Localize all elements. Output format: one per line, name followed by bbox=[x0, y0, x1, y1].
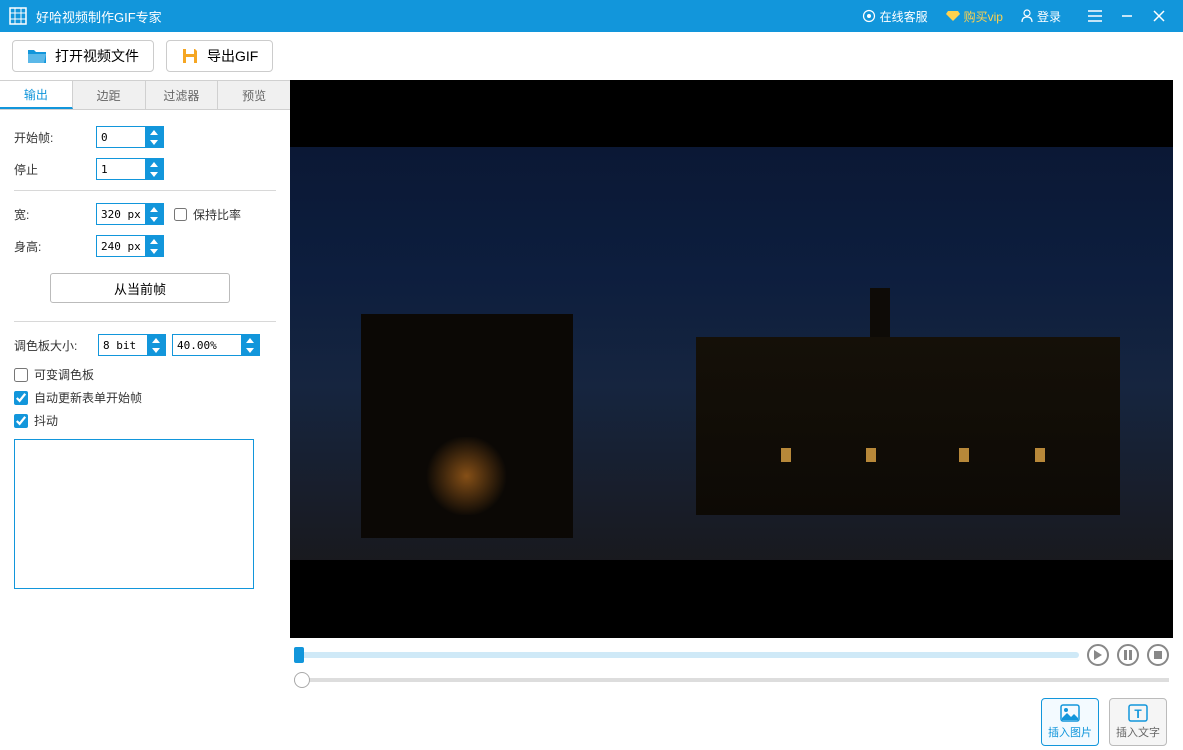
play-icon bbox=[1093, 650, 1103, 660]
image-icon bbox=[1060, 704, 1080, 722]
user-icon bbox=[1021, 9, 1033, 23]
slider-thumb[interactable] bbox=[294, 647, 304, 663]
height-stepper[interactable] bbox=[96, 235, 164, 257]
save-icon bbox=[181, 47, 199, 65]
play-button[interactable] bbox=[1087, 644, 1109, 666]
titlebar: 好哈视频制作GIF专家 在线客服 购买vip 登录 bbox=[0, 0, 1183, 32]
palette-pct-stepper[interactable] bbox=[172, 334, 260, 356]
stop-input[interactable] bbox=[97, 159, 145, 179]
stepper-down[interactable] bbox=[145, 137, 163, 147]
palette-pct-input[interactable] bbox=[173, 335, 241, 355]
content-area: 插入图片 T 插入文字 bbox=[290, 80, 1183, 750]
svg-text:T: T bbox=[1134, 707, 1142, 721]
range-slider[interactable] bbox=[294, 678, 1169, 682]
variable-palette-checkbox[interactable]: 可变调色板 bbox=[14, 366, 276, 383]
range-slider-row bbox=[290, 666, 1173, 694]
text-icon: T bbox=[1128, 704, 1148, 722]
width-label: 宽: bbox=[14, 206, 96, 223]
insert-text-button[interactable]: T 插入文字 bbox=[1109, 698, 1167, 746]
palette-preview-box bbox=[14, 439, 254, 589]
close-button[interactable] bbox=[1143, 0, 1175, 32]
login-link[interactable]: 登录 bbox=[1021, 8, 1061, 25]
tab-preview[interactable]: 预览 bbox=[218, 81, 290, 109]
playback-slider-row bbox=[290, 644, 1173, 666]
bottom-actions: 插入图片 T 插入文字 bbox=[290, 694, 1173, 750]
auto-update-checkbox[interactable]: 自动更新表单开始帧 bbox=[14, 389, 276, 406]
sidebar-tabs: 输出 边距 过滤器 预览 bbox=[0, 80, 290, 110]
minimize-icon bbox=[1121, 10, 1133, 22]
keep-ratio-checkbox[interactable]: 保持比率 bbox=[174, 206, 241, 223]
palette-bits-input[interactable] bbox=[99, 335, 147, 355]
toolbar: 打开视频文件 导出GIF bbox=[0, 32, 1183, 80]
start-frame-input[interactable] bbox=[97, 127, 145, 147]
folder-icon bbox=[27, 48, 47, 64]
app-logo-icon bbox=[8, 6, 28, 26]
buy-vip-link[interactable]: 购买vip bbox=[946, 8, 1003, 25]
close-icon bbox=[1153, 10, 1165, 22]
tab-output[interactable]: 输出 bbox=[0, 81, 73, 109]
stop-button[interactable] bbox=[1147, 644, 1169, 666]
app-title: 好哈视频制作GIF专家 bbox=[36, 7, 162, 26]
height-input[interactable] bbox=[97, 236, 145, 256]
diamond-icon bbox=[946, 10, 960, 22]
dither-checkbox[interactable]: 抖动 bbox=[14, 412, 276, 429]
pause-button[interactable] bbox=[1117, 644, 1139, 666]
tab-margin[interactable]: 边距 bbox=[73, 81, 146, 109]
range-thumb[interactable] bbox=[294, 672, 310, 688]
width-input[interactable] bbox=[97, 204, 145, 224]
minimize-button[interactable] bbox=[1111, 0, 1143, 32]
width-stepper[interactable] bbox=[96, 203, 164, 225]
stop-stepper[interactable] bbox=[96, 158, 164, 180]
playback-slider[interactable] bbox=[294, 652, 1079, 658]
tab-filter[interactable]: 过滤器 bbox=[146, 81, 219, 109]
hamburger-icon bbox=[1088, 10, 1102, 22]
output-panel: 开始帧: 停止 宽: bbox=[0, 110, 290, 605]
stop-label: 停止 bbox=[14, 161, 96, 178]
palette-bits-stepper[interactable] bbox=[98, 334, 166, 356]
insert-image-button[interactable]: 插入图片 bbox=[1041, 698, 1099, 746]
video-preview[interactable] bbox=[290, 80, 1173, 638]
height-label: 身高: bbox=[14, 238, 96, 255]
stepper-up[interactable] bbox=[145, 127, 163, 137]
from-current-frame-button[interactable]: 从当前帧 bbox=[50, 273, 230, 303]
menu-button[interactable] bbox=[1079, 0, 1111, 32]
sidebar: 输出 边距 过滤器 预览 开始帧: 停止 宽: bbox=[0, 80, 290, 750]
open-video-button[interactable]: 打开视频文件 bbox=[12, 40, 154, 72]
pause-icon bbox=[1123, 650, 1133, 660]
palette-size-label: 调色板大小: bbox=[14, 337, 92, 354]
stop-icon bbox=[1153, 650, 1163, 660]
start-frame-label: 开始帧: bbox=[14, 129, 96, 146]
export-gif-button[interactable]: 导出GIF bbox=[166, 40, 273, 72]
headset-icon bbox=[862, 9, 876, 23]
customer-service-link[interactable]: 在线客服 bbox=[862, 8, 928, 25]
start-frame-stepper[interactable] bbox=[96, 126, 164, 148]
